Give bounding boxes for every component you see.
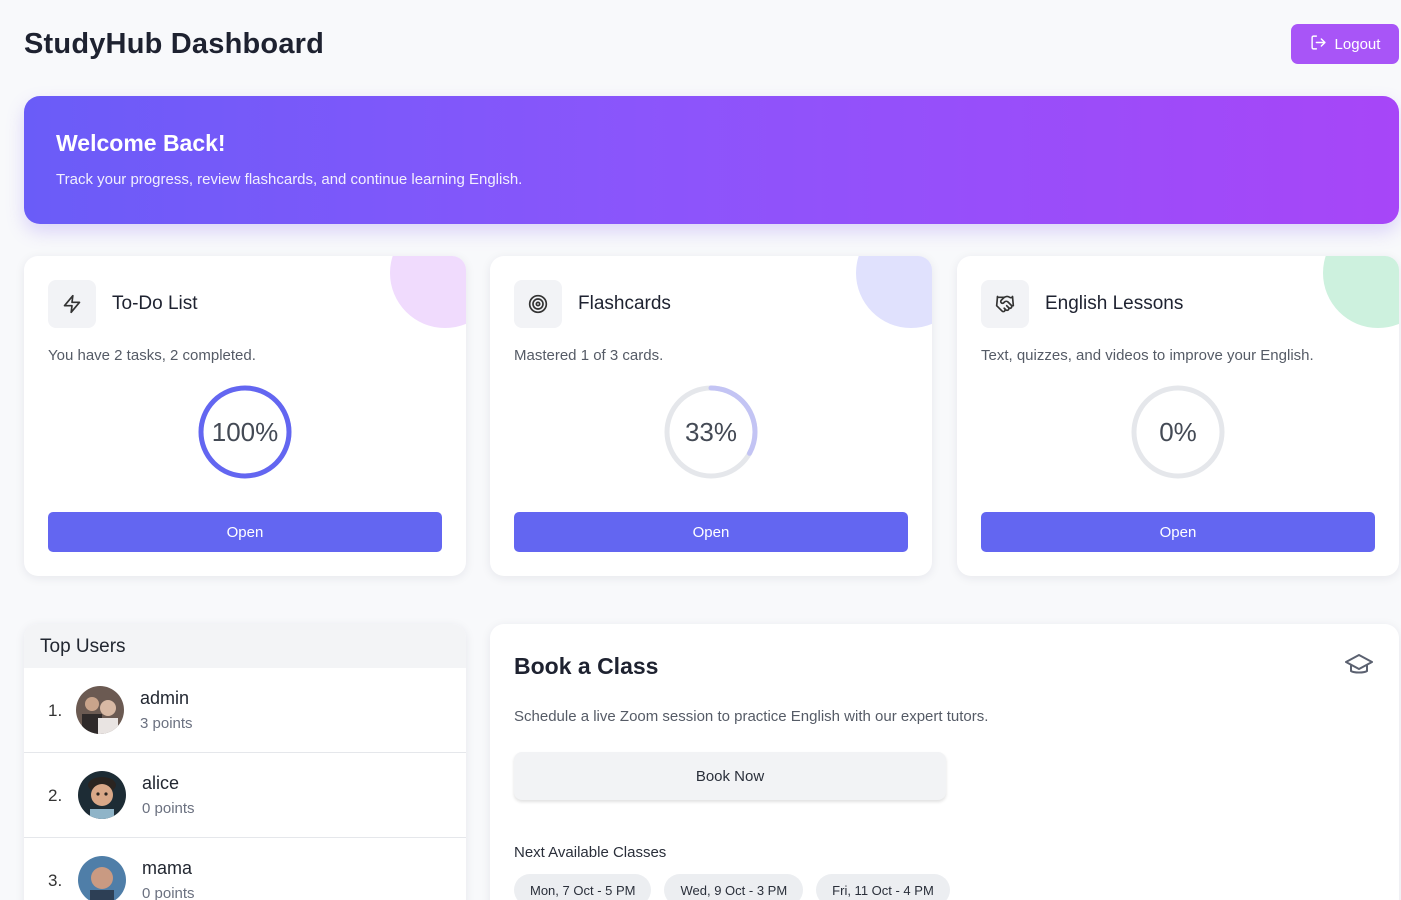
user-points: 3 points	[140, 715, 193, 732]
flashcards-open-button[interactable]: Open	[514, 512, 908, 552]
top-users-title: Top Users	[24, 624, 466, 668]
class-slot[interactable]: Wed, 9 Oct - 3 PM	[664, 874, 804, 900]
graduation-cap-icon	[1345, 652, 1373, 676]
progress-label: 0%	[1159, 416, 1197, 447]
page-title: StudyHub Dashboard	[24, 28, 325, 60]
list-item[interactable]: 2. alice 0 points	[24, 753, 466, 838]
user-points: 0 points	[142, 800, 195, 817]
avatar	[78, 771, 126, 819]
user-name: admin	[140, 688, 190, 708]
progress-label: 33%	[684, 416, 738, 447]
logout-button[interactable]: Logout	[1291, 24, 1399, 64]
card-decoration	[390, 256, 466, 328]
logout-label: Logout	[1334, 35, 1381, 53]
progress-ring: 100%	[197, 384, 293, 480]
card-title: English Lessons	[1045, 293, 1184, 314]
target-icon	[514, 280, 562, 328]
card-description: Mastered 1 of 3 cards.	[514, 347, 664, 364]
user-name: alice	[142, 773, 180, 793]
avatar	[78, 856, 126, 900]
logout-icon	[1310, 34, 1327, 55]
card-description: Text, quizzes, and videos to improve you…	[981, 347, 1314, 364]
progress-label: 100%	[211, 416, 279, 447]
list-item[interactable]: 1. admin 3 points	[24, 668, 466, 753]
progress-ring: 0%	[1130, 384, 1226, 480]
todo-open-button[interactable]: Open	[48, 512, 442, 552]
welcome-banner: Welcome Back! Track your progress, revie…	[24, 96, 1399, 224]
welcome-subtitle: Track your progress, review flashcards, …	[56, 171, 523, 188]
english-lessons-card: English Lessons Text, quizzes, and video…	[957, 256, 1399, 576]
user-rank: 1.	[48, 701, 63, 720]
card-decoration	[1323, 256, 1399, 328]
flashcards-card: Flashcards Mastered 1 of 3 cards. 33% Op…	[490, 256, 932, 576]
book-now-button[interactable]: Book Now	[514, 752, 946, 800]
class-slot[interactable]: Fri, 11 Oct - 4 PM	[816, 874, 950, 900]
todo-card: To-Do List You have 2 tasks, 2 completed…	[24, 256, 466, 576]
class-slots: Mon, 7 Oct - 5 PM Wed, 9 Oct - 3 PM Fri,…	[514, 874, 950, 900]
user-name: mama	[142, 858, 193, 878]
book-class-title: Book a Class	[514, 653, 659, 679]
progress-ring: 33%	[663, 384, 759, 480]
user-rank: 3.	[48, 871, 63, 890]
handshake-icon	[981, 280, 1029, 328]
book-class-description: Schedule a live Zoom session to practice…	[514, 708, 989, 725]
welcome-title: Welcome Back!	[56, 130, 226, 156]
top-users-panel: Top Users 1. admin 3 points 2. alice 0 p…	[24, 624, 466, 900]
card-title: Flashcards	[578, 293, 671, 314]
card-decoration	[856, 256, 932, 328]
avatar	[76, 686, 124, 734]
card-title: To-Do List	[112, 293, 198, 314]
user-rank: 2.	[48, 786, 63, 805]
book-class-panel: Book a Class Schedule a live Zoom sessio…	[490, 624, 1399, 900]
english-lessons-open-button[interactable]: Open	[981, 512, 1375, 552]
list-item[interactable]: 3. mama 0 points	[24, 838, 466, 900]
class-slot[interactable]: Mon, 7 Oct - 5 PM	[514, 874, 652, 900]
lightning-icon	[48, 280, 96, 328]
card-description: You have 2 tasks, 2 completed.	[48, 347, 256, 364]
next-classes-label: Next Available Classes	[514, 844, 667, 861]
user-points: 0 points	[142, 885, 195, 900]
